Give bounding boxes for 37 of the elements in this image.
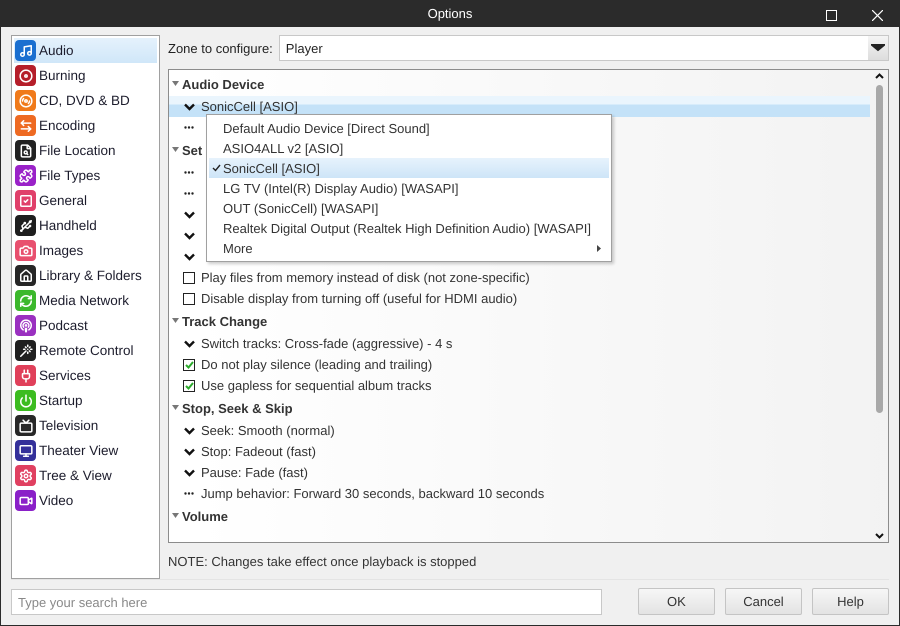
window-title: Options: [428, 6, 472, 21]
category-label: File Location: [39, 143, 116, 158]
section-title: Track Change: [182, 314, 268, 328]
category-label: Tree & View: [39, 468, 112, 483]
category-label: Services: [39, 368, 91, 383]
setting-label: Play files from memory instead of disk (not zone-specific): [201, 270, 530, 285]
category-label: Library & Folders: [39, 268, 142, 283]
category-label: Media Network: [39, 293, 130, 308]
category-label: CD, DVD & BD: [39, 93, 130, 108]
setting-label: Do not play silence (leading and trailing): [201, 357, 432, 372]
setting-label: Seek: Smooth (normal): [201, 423, 335, 438]
category-label: Theater View: [39, 443, 118, 458]
section-title: Volume: [182, 508, 228, 524]
category-label: General: [39, 193, 88, 208]
setting-label: Pause: Fade (fast): [201, 465, 308, 480]
category-label: Images: [39, 243, 84, 258]
section-title: Stop, Seek & Skip: [182, 400, 293, 416]
setting-label: Disable display from turning off (useful for HDMI audio): [201, 291, 518, 306]
category-label: Video: [39, 493, 74, 508]
category-label: Remote Control: [39, 343, 134, 358]
setting-label: Switch tracks: Cross-fade (aggressive) - 4 s: [201, 336, 452, 351]
section-title: Set: [182, 142, 202, 158]
category-label: File Types: [39, 168, 100, 183]
setting-label: Stop: Fadeout (fast): [201, 444, 316, 459]
category-label: Podcast: [39, 318, 88, 333]
category-label: Television: [39, 418, 98, 433]
setting-label: SonicCell [ASIO]: [201, 99, 298, 114]
note-text: NOTE: Changes take effect once playback is stopped: [168, 552, 478, 571]
category-label: Encoding: [39, 118, 96, 133]
category-label: Audio: [39, 43, 74, 58]
category-label: Startup: [39, 393, 83, 408]
category-label: Handheld: [39, 218, 97, 233]
zone-label: Zone to configure:: [168, 40, 273, 56]
setting-label: Jump behavior: Forward 30 seconds, backward 10 seconds: [201, 486, 544, 501]
category-label: Burning: [39, 68, 86, 83]
section-title: Audio Device: [182, 76, 264, 92]
setting-label: Use gapless for sequential album tracks: [201, 378, 432, 393]
